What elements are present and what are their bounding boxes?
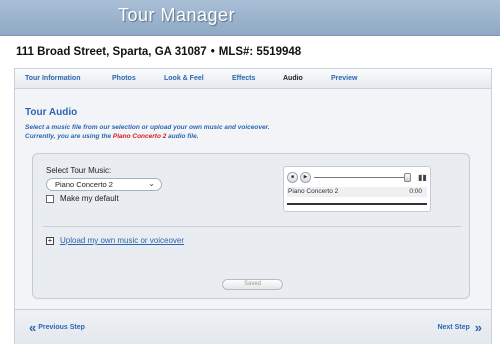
section-description: Select a music file from our selection o… bbox=[25, 123, 270, 141]
seek-track[interactable] bbox=[314, 177, 406, 178]
description-suffix: audio file. bbox=[166, 133, 199, 140]
double-chevron-left-icon: « bbox=[29, 320, 36, 335]
app-title: Tour Manager bbox=[118, 5, 236, 25]
progress-bar[interactable] bbox=[287, 203, 427, 205]
tab-look-and-feel[interactable]: Look & Feel bbox=[164, 75, 204, 82]
music-select[interactable]: Piano Concerto 2 ⌄ bbox=[46, 178, 162, 191]
previous-step-button[interactable]: «Previous Step bbox=[29, 320, 90, 335]
description-line-2: Currently, you are using the Piano Conce… bbox=[25, 132, 270, 141]
saved-button[interactable]: Saved bbox=[222, 279, 283, 290]
make-default-checkbox[interactable] bbox=[46, 195, 54, 203]
description-line-1: Select a music file from our selection o… bbox=[25, 124, 270, 131]
tab-tour-information[interactable]: Tour Information bbox=[25, 75, 80, 82]
next-step-button[interactable]: Next Step » bbox=[432, 320, 482, 335]
play-button[interactable]: ▶ bbox=[300, 172, 311, 183]
tab-audio[interactable]: Audio bbox=[283, 75, 303, 82]
expand-upload-toggle[interactable]: + bbox=[46, 237, 54, 245]
make-default-label: Make my default bbox=[60, 194, 119, 203]
tab-effects[interactable]: Effects bbox=[232, 75, 255, 82]
tour-editor-panel: Tour Information Photos Look & Feel Effe… bbox=[14, 68, 492, 344]
tab-photos[interactable]: Photos bbox=[112, 75, 136, 82]
track-name: Piano Concerto 2 bbox=[288, 188, 339, 195]
volume-icon[interactable]: ▮▮ bbox=[418, 173, 427, 182]
double-chevron-right-icon: » bbox=[474, 320, 482, 335]
seek-handle[interactable] bbox=[404, 173, 411, 182]
section-title: Tour Audio bbox=[25, 107, 78, 118]
audio-settings-box: Select Tour Music: Piano Concerto 2 ⌄ Ma… bbox=[32, 153, 470, 299]
next-step-label: Next Step bbox=[437, 324, 470, 331]
listing-address-line: 111 Broad Street, Sparta, GA 31087 • MLS#:… bbox=[16, 46, 301, 58]
listing-address: 111 Broad Street, Sparta, GA 31087 bbox=[16, 46, 207, 58]
stop-icon: ■ bbox=[290, 174, 295, 180]
app-header: Tour Manager bbox=[0, 0, 500, 36]
play-icon: ▶ bbox=[303, 174, 308, 180]
separator-dot: • bbox=[210, 46, 215, 58]
step-navigation: «Previous Step Next Step » bbox=[15, 309, 491, 344]
description-prefix: Currently, you are using the bbox=[25, 133, 113, 140]
tab-bar: Tour Information Photos Look & Feel Effe… bbox=[15, 69, 491, 89]
listing-mls: MLS#: 5519948 bbox=[218, 46, 302, 58]
previous-step-label: Previous Step bbox=[38, 324, 85, 331]
music-select-value: Piano Concerto 2 bbox=[55, 180, 113, 189]
track-time: 0:00 bbox=[409, 188, 422, 195]
current-audio-name: Piano Concerto 2 bbox=[112, 133, 167, 140]
upload-music-link[interactable]: Upload my own music or voiceover bbox=[60, 236, 184, 245]
select-music-label: Select Tour Music: bbox=[46, 166, 112, 175]
tab-preview[interactable]: Preview bbox=[331, 75, 357, 82]
stop-button[interactable]: ■ bbox=[287, 172, 298, 183]
chevron-down-icon: ⌄ bbox=[148, 179, 155, 188]
audio-player: ■ ▶ ▮▮ Piano Concerto 2 0:00 bbox=[283, 166, 431, 212]
divider bbox=[43, 226, 461, 227]
